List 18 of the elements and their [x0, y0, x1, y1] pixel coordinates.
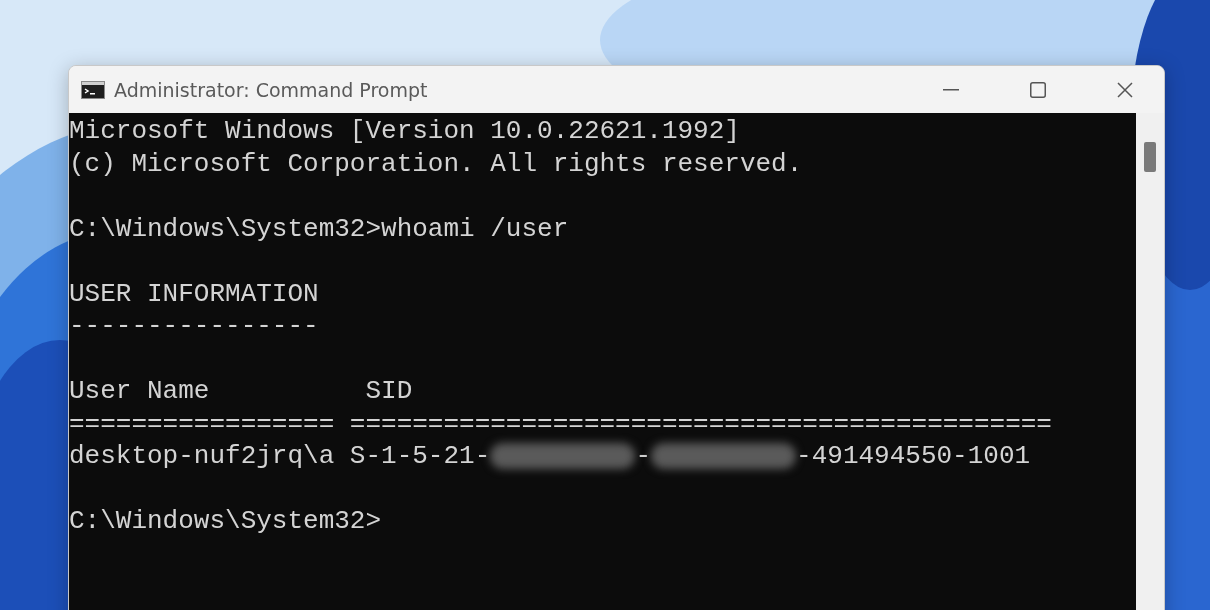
- console-text: (c) Microsoft Corporation. All rights reserved.: [69, 147, 803, 180]
- console-text: User Name SID: [69, 375, 413, 408]
- minimize-icon: [943, 88, 959, 91]
- scroll-thumb[interactable]: [1144, 142, 1156, 172]
- console-text: ----------------: [69, 310, 319, 343]
- console-text: ================= =============================================: [69, 407, 1052, 440]
- close-icon: [1117, 81, 1133, 98]
- scrollbar[interactable]: [1136, 113, 1164, 610]
- console-text: C:\Windows\System32>: [69, 505, 382, 538]
- window-title: Administrator: Command Prompt: [114, 78, 429, 101]
- maximize-icon: [1030, 81, 1046, 98]
- console-text: desktop-nuf2jrq\a S-1-5-21-: [69, 440, 491, 473]
- console-text: USER INFORMATION: [69, 277, 319, 310]
- console-icon: [81, 80, 105, 99]
- console-text: C:\Windows\System32>whoami /user: [69, 212, 569, 245]
- console-text: -491494550-1001: [796, 440, 1031, 473]
- console-text: -: [635, 440, 651, 473]
- console-text: Microsoft Windows [Version 10.0.22621.1992]: [69, 115, 740, 148]
